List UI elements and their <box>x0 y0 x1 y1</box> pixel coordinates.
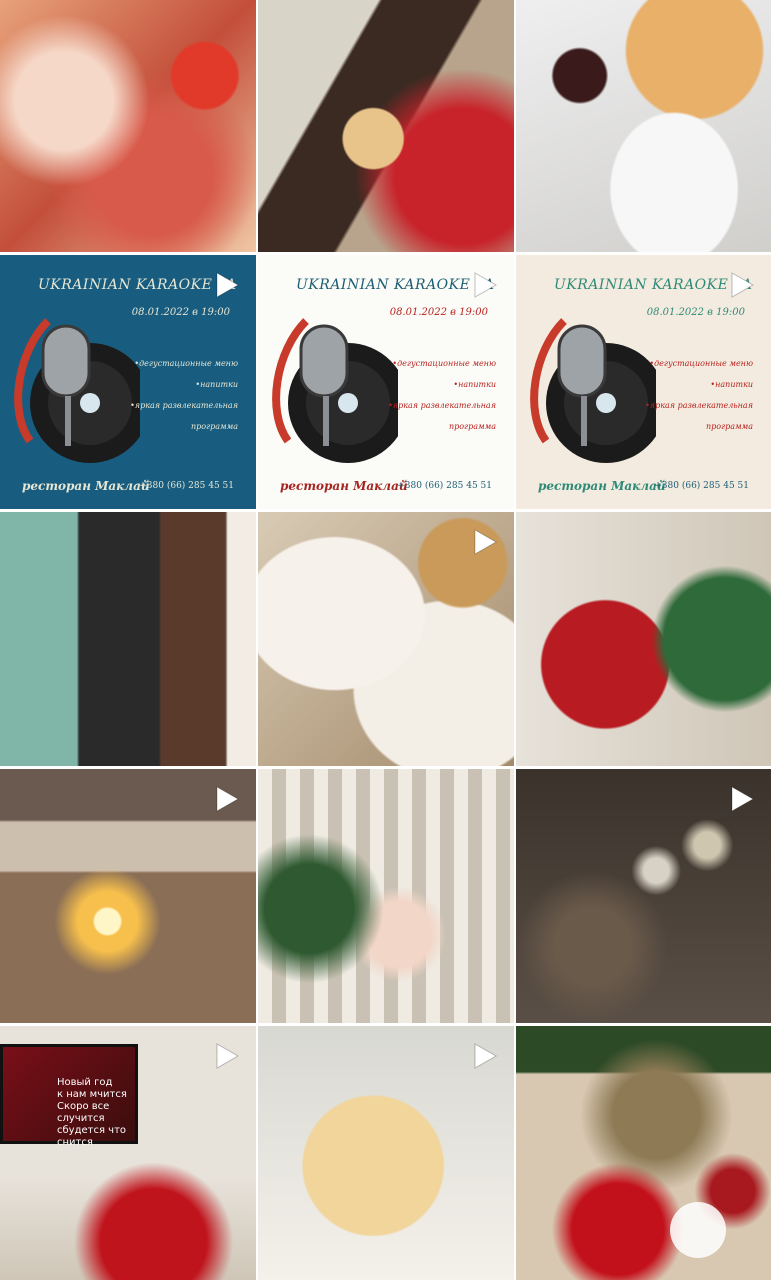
grid-tile-sparkler[interactable] <box>0 769 256 1023</box>
poster-bullet: программа <box>190 422 238 431</box>
play-icon <box>210 783 242 815</box>
poster-bullet: •яркая развлекательная <box>130 401 238 410</box>
floating-circle-button[interactable] <box>670 1202 726 1258</box>
poster-bullet: •дегустационные меню <box>134 359 238 368</box>
grid-tile-napoleon-cake[interactable] <box>258 1026 514 1280</box>
play-icon <box>725 783 757 815</box>
poster-restaurant: ресторан Маклай <box>22 479 150 493</box>
microphone-record-icon <box>272 318 398 463</box>
grid-tile-poster-white[interactable]: UKRAINIAN KARAOKE PA 08.01.2022 в 19:00 … <box>258 255 514 509</box>
poster-bullet: •дегустационные меню <box>649 359 753 368</box>
grid-tile-bokeh[interactable] <box>516 769 771 1023</box>
play-icon <box>468 526 500 558</box>
play-icon <box>210 269 242 301</box>
karaoke-line: к нам мчится <box>57 1089 127 1100</box>
poster-bullet: программа <box>705 422 753 431</box>
microphone-record-icon <box>530 318 656 463</box>
poster-phone: +380 (66) 285 45 51 <box>397 481 492 491</box>
poster-bullet: •яркая развлекательная <box>645 401 753 410</box>
grid-tile-women[interactable] <box>0 512 256 766</box>
grid-tile-burger[interactable] <box>258 0 514 252</box>
poster-restaurant: ресторан Маклай <box>538 479 666 493</box>
grid-tile-poster-cream[interactable]: UKRAINIAN KARAOKE PA 08.01.2022 в 19:00 … <box>516 255 771 509</box>
play-icon <box>210 1040 242 1072</box>
poster-bullets: •дегустационные меню •напитки •яркая раз… <box>645 353 753 437</box>
poster-title: UKRAINIAN KARAOKE PA <box>38 277 237 293</box>
karaoke-screen: Новый год к нам мчится Скоро все случитс… <box>0 1044 138 1148</box>
grid-tile-steak[interactable] <box>516 0 771 252</box>
poster-restaurant: ресторан Маклай <box>280 479 408 493</box>
poster-phone: +380 (66) 285 45 51 <box>654 481 749 491</box>
poster-bullets: •дегустационные меню •напитки •яркая раз… <box>388 353 496 437</box>
poster-bullet: •напитки <box>195 380 238 389</box>
poster-bullet: •яркая развлекательная <box>388 401 496 410</box>
grid-tile-red-heels[interactable] <box>516 1026 771 1280</box>
poster-phone: +380 (66) 285 45 51 <box>139 481 234 491</box>
poster-bullets: •дегустационные меню •напитки •яркая раз… <box>130 353 238 437</box>
media-grid: UKRAINIAN KARAOKE PA 08.01.2022 в 19:00 … <box>0 0 771 1280</box>
poster-date: 08.01.2022 в 19:00 <box>646 307 745 318</box>
grid-tile-pizza[interactable] <box>0 0 256 252</box>
grid-tile-dessert[interactable] <box>258 512 514 766</box>
play-icon <box>725 269 757 301</box>
poster-bullet: •напитки <box>453 380 496 389</box>
karaoke-line: Скоро все случится <box>57 1101 110 1124</box>
grid-tile-santa-karaoke[interactable]: Новый год к нам мчится Скоро все случитс… <box>0 1026 256 1280</box>
microphone-record-icon <box>14 318 140 463</box>
grid-tile-gift-throw[interactable] <box>258 769 514 1023</box>
poster-title: UKRAINIAN KARAOKE PA <box>296 277 495 293</box>
poster-title: UKRAINIAN KARAOKE PA <box>554 277 753 293</box>
play-icon <box>468 269 500 301</box>
poster-bullet: •напитки <box>710 380 753 389</box>
poster-date: 08.01.2022 в 19:00 <box>389 307 488 318</box>
poster-bullet: программа <box>448 422 496 431</box>
grid-tile-santa-guitar[interactable] <box>516 512 771 766</box>
karaoke-line: Новый год <box>57 1077 113 1088</box>
play-icon <box>468 1040 500 1072</box>
grid-tile-poster-blue[interactable]: UKRAINIAN KARAOKE PA 08.01.2022 в 19:00 … <box>0 255 256 509</box>
poster-bullet: •дегустационные меню <box>392 359 496 368</box>
karaoke-line: сбудется что снится <box>57 1125 127 1148</box>
poster-date: 08.01.2022 в 19:00 <box>131 307 230 318</box>
